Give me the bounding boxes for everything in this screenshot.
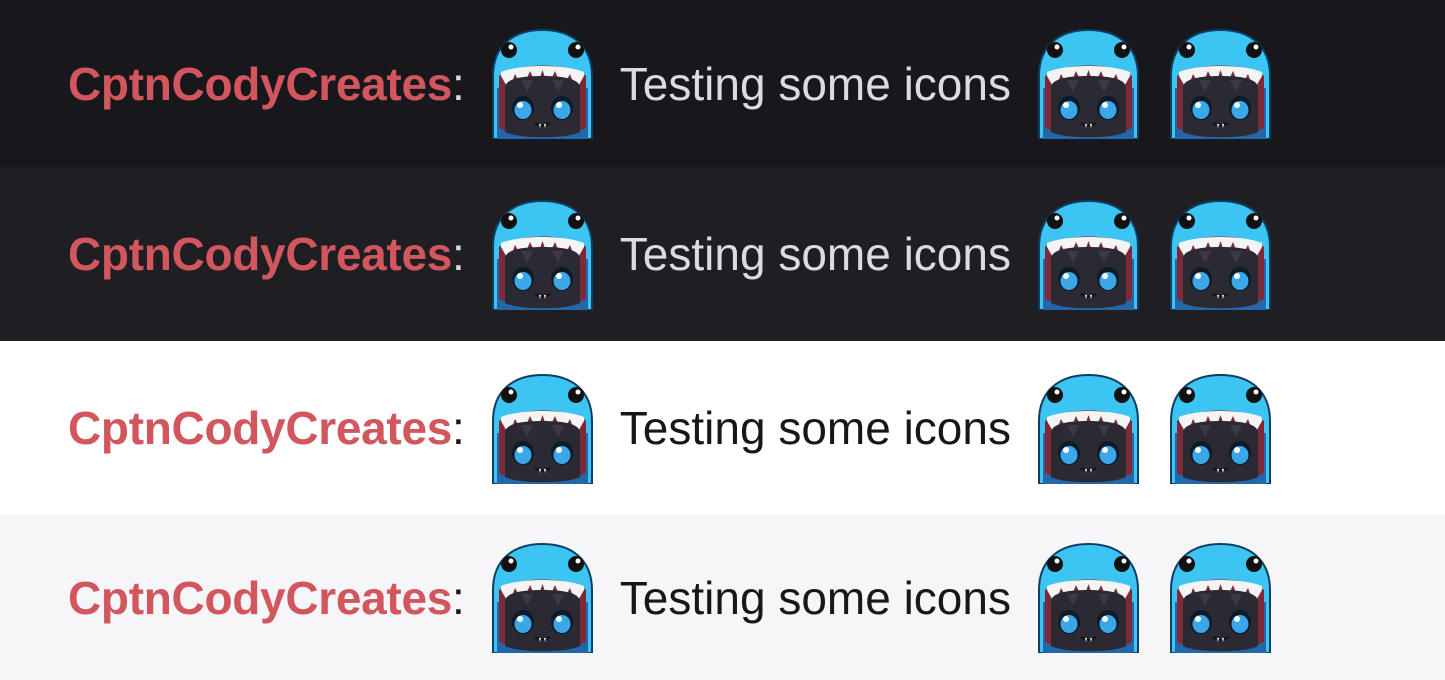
chat-preview: CptnCodyCreates : Testing some icons Cpt… xyxy=(0,0,1445,680)
chat-message-row-dark-2: CptnCodyCreates : Testing some icons xyxy=(0,167,1445,341)
shark-hoodie-emote-icon xyxy=(487,542,598,653)
shark-hoodie-emote-icon xyxy=(487,199,598,310)
chat-username[interactable]: CptnCodyCreates xyxy=(68,61,452,107)
chat-separator: : xyxy=(452,57,465,110)
chat-username[interactable]: CptnCodyCreates xyxy=(68,575,452,621)
shark-hoodie-emote-icon xyxy=(487,28,598,139)
chat-message-text: Testing some icons xyxy=(619,57,1011,110)
shark-hoodie-emote-icon xyxy=(1165,542,1276,653)
shark-hoodie-emote-icon xyxy=(1033,373,1144,484)
shark-hoodie-emote-icon xyxy=(1033,28,1144,139)
chat-message-text: Testing some icons xyxy=(619,571,1011,624)
shark-hoodie-emote-icon xyxy=(1165,199,1276,310)
chat-message-row-light-2: CptnCodyCreates : Testing some icons xyxy=(0,515,1445,680)
chat-separator: : xyxy=(452,571,465,624)
chat-separator: : xyxy=(452,228,465,280)
chat-username[interactable]: CptnCodyCreates xyxy=(68,231,452,277)
chat-message-text: Testing some icons xyxy=(619,228,1011,280)
chat-message-row-light-1: CptnCodyCreates : Testing some icons xyxy=(0,341,1445,515)
chat-separator: : xyxy=(452,402,465,454)
chat-username[interactable]: CptnCodyCreates xyxy=(68,405,452,451)
shark-hoodie-emote-icon xyxy=(1033,199,1144,310)
shark-hoodie-emote-icon xyxy=(1033,542,1144,653)
shark-hoodie-emote-icon xyxy=(487,373,598,484)
shark-hoodie-emote-icon xyxy=(1165,373,1276,484)
chat-message-row-dark-1: CptnCodyCreates : Testing some icons xyxy=(0,0,1445,167)
shark-hoodie-emote-icon xyxy=(1165,28,1276,139)
chat-message-text: Testing some icons xyxy=(619,402,1011,454)
